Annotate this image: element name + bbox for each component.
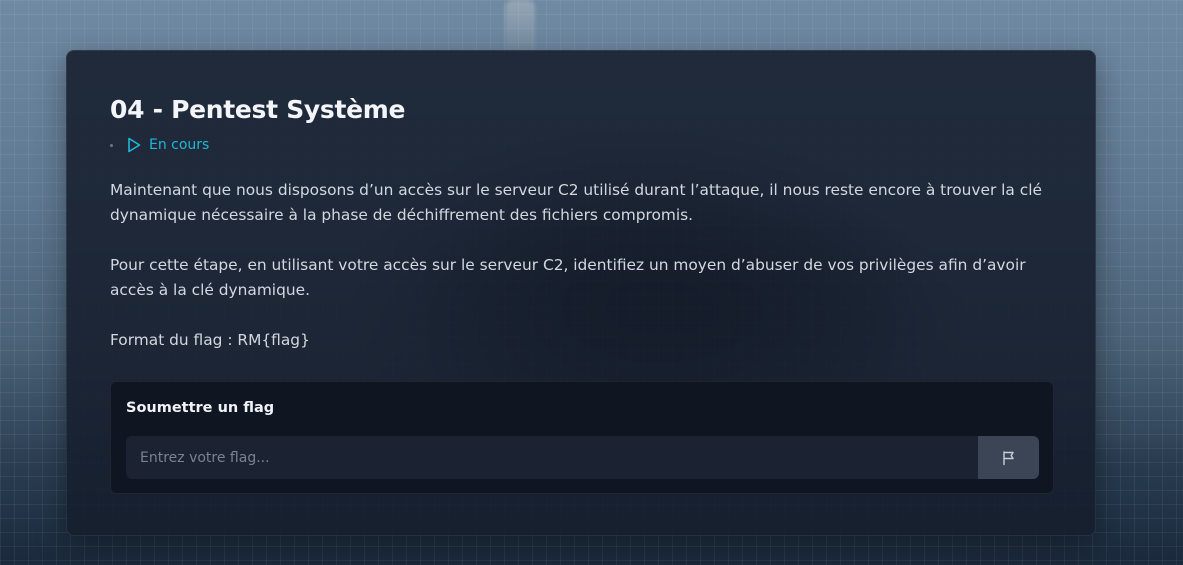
status-label: En cours <box>149 137 210 153</box>
description-paragraph: Pour cette étape, en utilisant votre acc… <box>110 256 1026 299</box>
flag-submit-heading: Soumettre un flag <box>126 400 275 416</box>
description-paragraph: Maintenant que nous disposons d’un accès… <box>110 181 1042 224</box>
submit-flag-button[interactable] <box>978 436 1039 479</box>
flag-submit-card: Soumettre un flag <box>110 381 1054 494</box>
flag-format-text: Format du flag : RM{flag} <box>110 331 310 349</box>
challenge-title: 04 - Pentest Système <box>110 95 406 124</box>
challenge-panel: 04 - Pentest Système En cours Maintenant… <box>66 50 1096 536</box>
status-separator-dot <box>110 143 113 147</box>
play-icon <box>127 137 141 153</box>
flag-icon <box>1001 450 1017 466</box>
challenge-status: En cours <box>110 136 209 154</box>
flag-input[interactable] <box>126 436 979 479</box>
challenge-description: Maintenant que nous disposons d’un accès… <box>110 178 1060 378</box>
